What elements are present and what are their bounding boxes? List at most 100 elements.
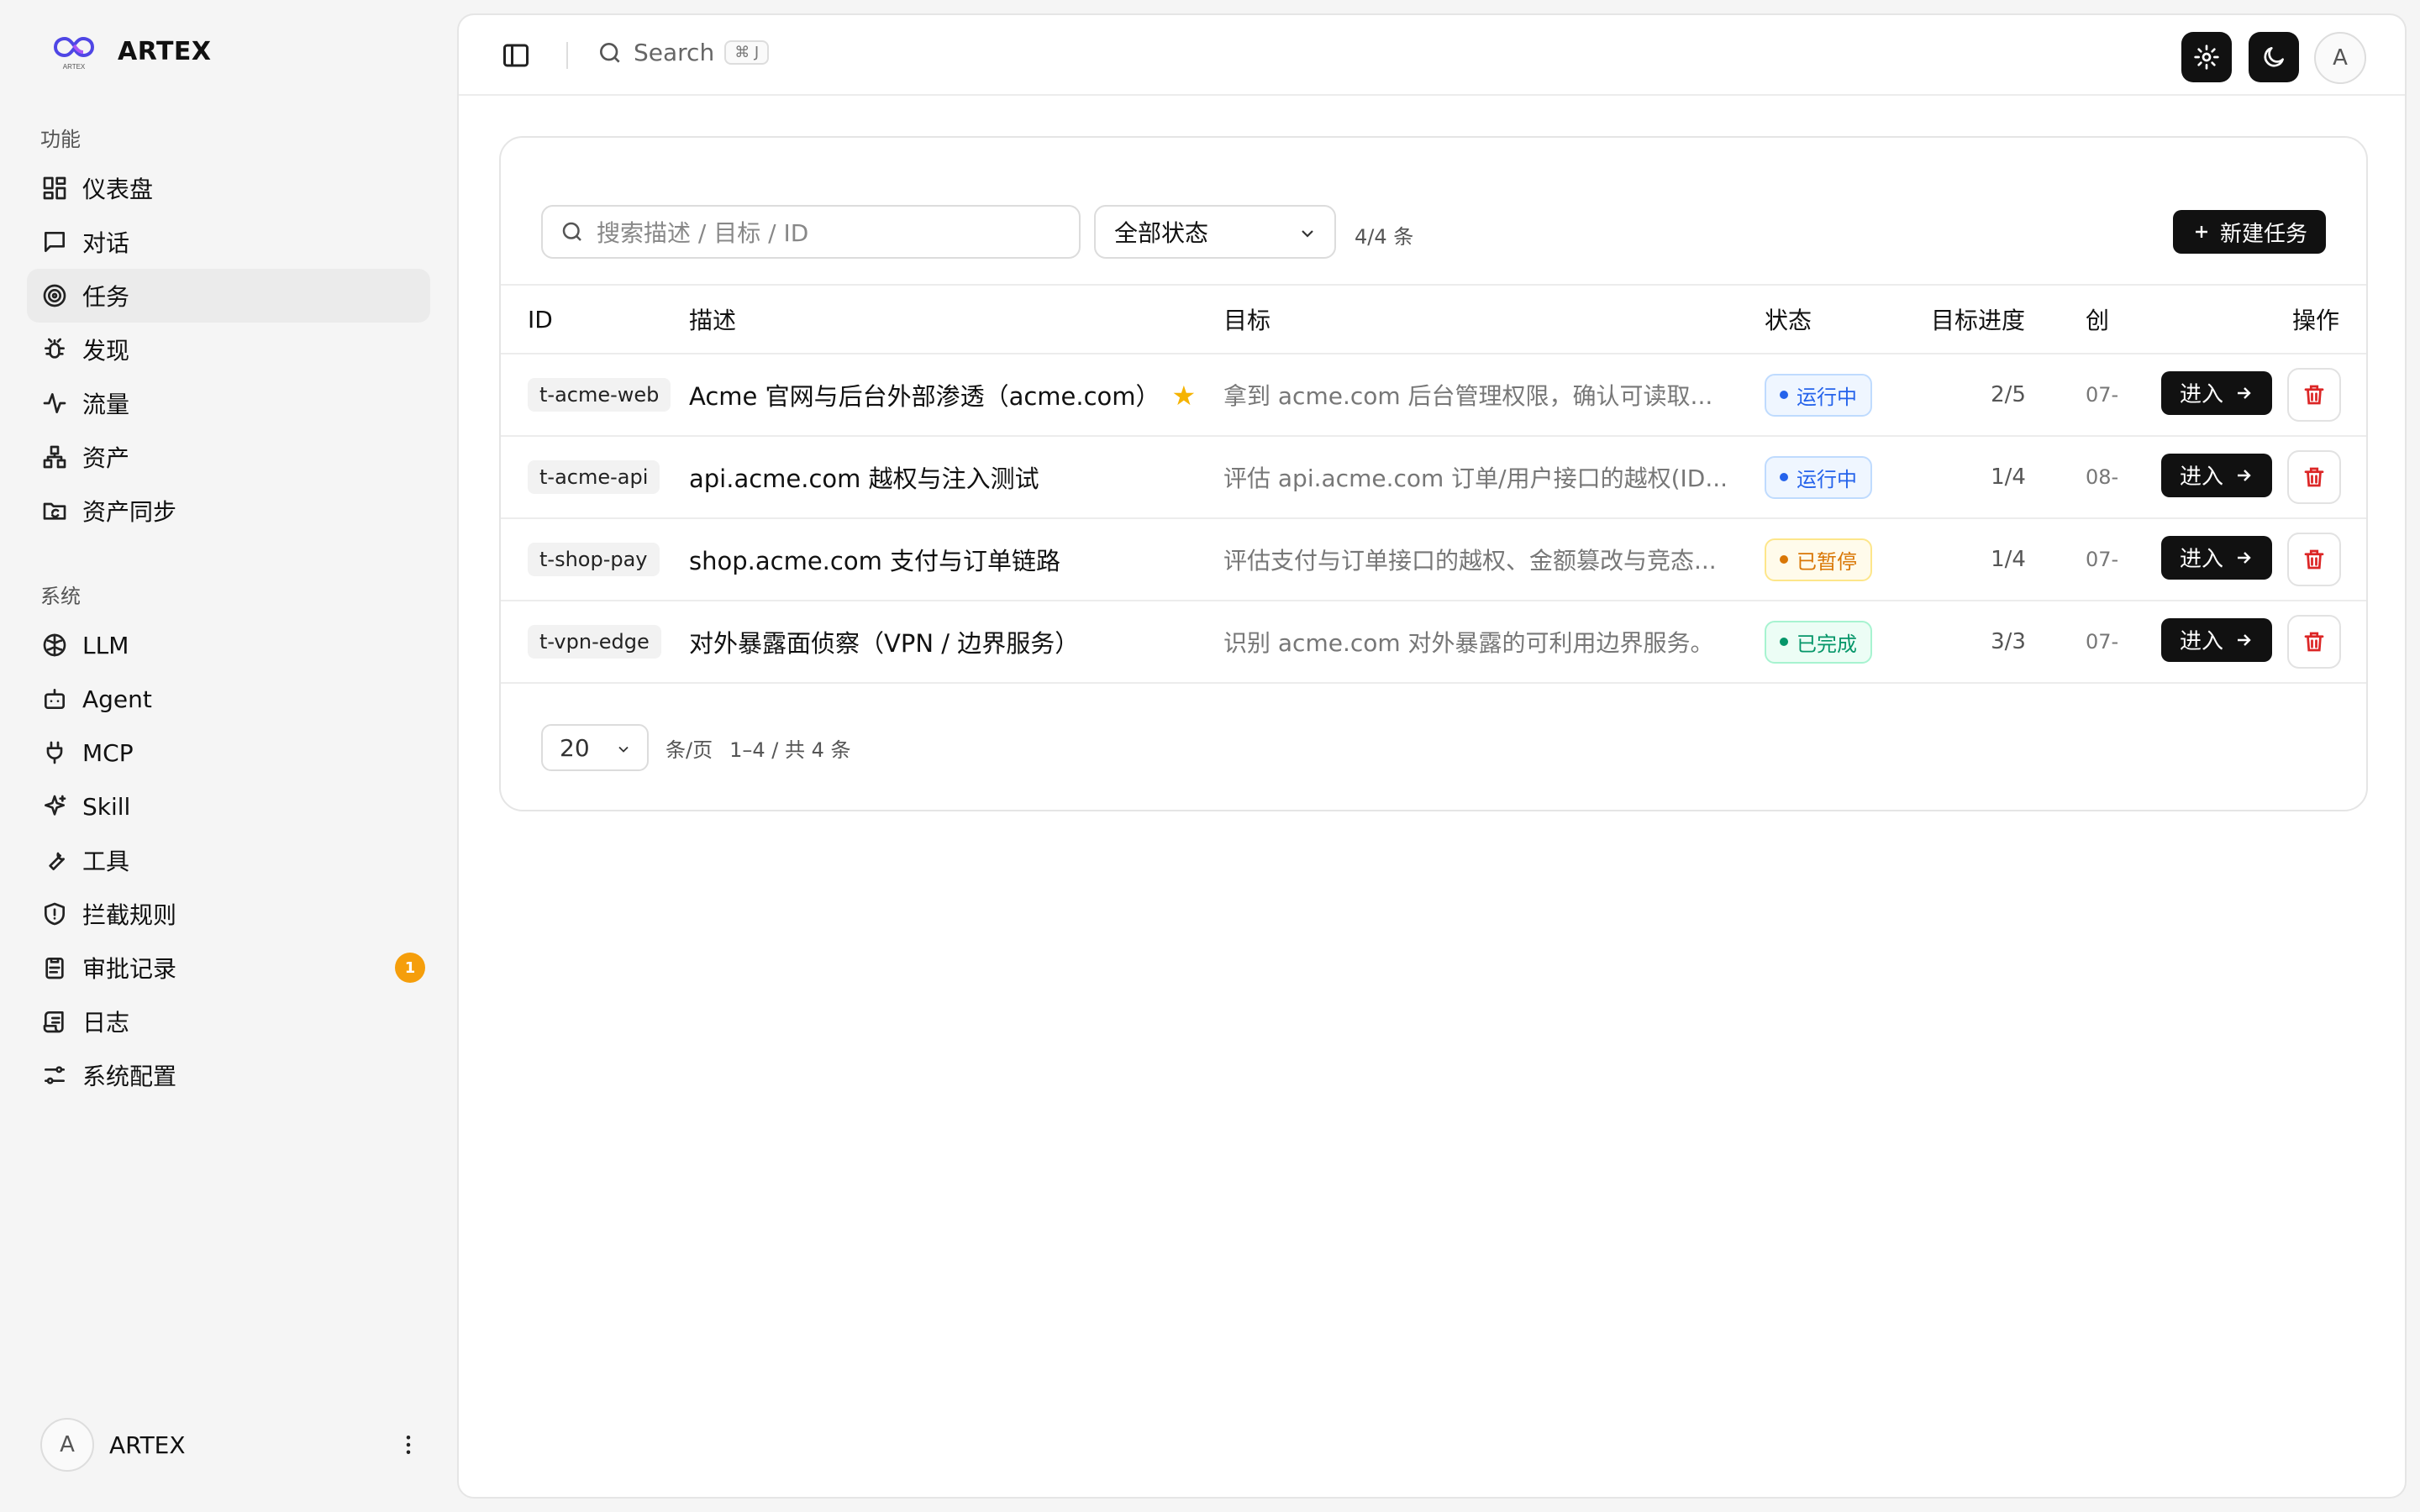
arrow-right-icon [2238,469,2251,481]
sidebar: ARTEX ARTEX 功能 仪表盘 对话 任务 发现 流量 资产 资产同步 系… [0,0,457,1512]
sidebar-item-intercept-rules[interactable]: 拦截规则 [27,887,430,941]
page-size-select[interactable]: 20 [541,724,649,771]
task-description[interactable]: api.acme.com 越权与注入测试 [689,465,1039,493]
enter-label: 进入 [2179,382,2223,407]
sidebar-item-assets[interactable]: 资产 [27,430,430,484]
sidebar-item-label: 仪表盘 [82,176,154,203]
arrow-right-icon [2238,633,2251,646]
task-target: 拿到 acme.com 后台管理权限，确认可读取... [1223,382,1713,410]
task-id-chip: t-shop-pay [528,543,660,576]
column-header-progress[interactable]: 目标进度 [1931,284,2086,354]
status-dot-icon [1780,555,1788,564]
settings-button[interactable] [2181,32,2232,82]
task-progress: 1/4 [1931,436,2086,519]
artex-logo: ARTEX [53,36,95,71]
delete-task-button[interactable] [2287,615,2341,669]
column-header-desc[interactable]: 描述 [689,284,1223,354]
sliders-icon [40,1061,69,1089]
sidebar-item-label: 资产同步 [82,498,177,526]
cell-desc: 对外暴露面侦察（VPN / 边界服务） [689,601,1223,684]
sidebar-item-chat[interactable]: 对话 [27,215,430,269]
enter-task-button[interactable]: 进入 [2160,370,2272,415]
sidebar-item-agent[interactable]: Agent [27,672,430,726]
enter-label: 进入 [2179,629,2223,654]
page-size-value: 20 [560,733,590,762]
theme-toggle-button[interactable] [2249,32,2299,82]
delete-task-button[interactable] [2287,533,2341,586]
table-row[interactable]: t-acme-api api.acme.com 越权与注入测试 评估 api.a… [501,436,2366,519]
new-task-label: 新建任务 [2219,221,2307,247]
delete-task-button[interactable] [2287,450,2341,504]
sidebar-item-label: 流量 [82,391,130,418]
sidebar-item-dashboard[interactable]: 仪表盘 [27,161,430,215]
sidebar-item-findings[interactable]: 发现 [27,323,430,376]
column-header-id[interactable]: ID [501,284,689,354]
column-header-status[interactable]: 状态 [1765,284,1931,354]
user-menu[interactable]: A ARTEX [40,1418,427,1472]
task-id-chip: t-vpn-edge [528,625,661,659]
sidebar-item-approvals[interactable]: 审批记录 1 [27,941,430,995]
column-header-created[interactable]: 创 [2086,284,2124,354]
column-header-target[interactable]: 目标 [1223,284,1765,354]
cell-desc: Acme 官网与后台外部渗透（acme.com） ★ [689,354,1223,437]
sidebar-item-tools[interactable]: 工具 [27,833,430,887]
target-icon [40,281,69,310]
bot-icon [40,685,69,713]
chevron-down-icon [618,746,629,753]
network-icon [40,443,69,471]
search-icon [562,222,581,241]
task-target: 识别 acme.com 对外暴露的可利用边界服务。 [1223,629,1714,657]
cell-status: 已完成 [1765,601,1931,684]
page-range: 1–4 / 共 4 条 [729,738,851,762]
status-dot-icon [1780,473,1788,481]
sidebar-toggle-icon[interactable] [501,40,531,71]
task-description[interactable]: Acme 官网与后台外部渗透（acme.com） [689,382,1160,411]
approval-count-badge: 1 [395,953,425,983]
global-search[interactable]: Search ⌘ J [597,39,770,66]
task-description[interactable]: 对外暴露面侦察（VPN / 边界服务） [689,629,1079,658]
folder-sync-icon [40,496,69,525]
table-row[interactable]: t-vpn-edge 对外暴露面侦察（VPN / 边界服务） 识别 acme.c… [501,601,2366,684]
task-description[interactable]: shop.acme.com 支付与订单链路 [689,547,1060,575]
more-vertical-icon[interactable] [390,1426,427,1463]
cell-status: 已暂停 [1765,518,1931,601]
brand-name: ARTEX [118,36,212,66]
sidebar-item-settings[interactable]: 系统配置 [27,1048,430,1102]
shield-icon [40,900,69,928]
sidebar-item-logs[interactable]: 日志 [27,995,430,1048]
enter-task-button[interactable]: 进入 [2160,617,2272,662]
enter-label: 进入 [2179,547,2223,572]
new-task-button[interactable]: 新建任务 [2172,210,2326,254]
enter-label: 进入 [2179,465,2223,490]
table-row[interactable]: t-shop-pay shop.acme.com 支付与订单链路 评估支付与订单… [501,518,2366,601]
enter-task-button[interactable]: 进入 [2160,535,2272,580]
avatar[interactable]: A [2314,32,2366,84]
cell-actions: 进入 [2124,518,2366,601]
user-name: ARTEX [109,1431,186,1459]
sidebar-item-label: Skill [82,792,131,821]
sidebar-item-mcp[interactable]: MCP [27,726,430,780]
bug-icon [40,335,69,364]
table-row[interactable]: t-acme-web Acme 官网与后台外部渗透（acme.com） ★ 拿到 … [501,354,2366,437]
delete-task-button[interactable] [2287,368,2341,422]
sidebar-item-label: 工具 [82,848,130,875]
task-search-input[interactable]: 搜索描述 / 目标 / ID [541,205,1081,259]
status-dot-icon [1780,391,1788,399]
enter-task-button[interactable]: 进入 [2160,453,2272,497]
cell-status: 运行中 [1765,436,1931,519]
brand[interactable]: ARTEX ARTEX [49,32,212,71]
status-badge: 已暂停 [1765,538,1872,581]
avatar: A [40,1418,94,1472]
sidebar-item-traffic[interactable]: 流量 [27,376,430,430]
task-progress: 3/3 [1931,601,2086,684]
cell-actions: 进入 [2124,436,2366,519]
sidebar-item-llm[interactable]: LLM [27,618,430,672]
sidebar-item-tasks[interactable]: 任务 [27,269,430,323]
star-icon[interactable]: ★ [1172,380,1197,412]
sidebar-item-skill[interactable]: Skill [27,780,430,833]
clipboard-icon [40,953,69,982]
sidebar-item-asset-sync[interactable]: 资产同步 [27,484,430,538]
task-created: 07- [2086,601,2124,684]
status-filter-select[interactable]: 全部状态 [1094,205,1336,259]
cell-target: 拿到 acme.com 后台管理权限，确认可读取... [1223,354,1765,437]
